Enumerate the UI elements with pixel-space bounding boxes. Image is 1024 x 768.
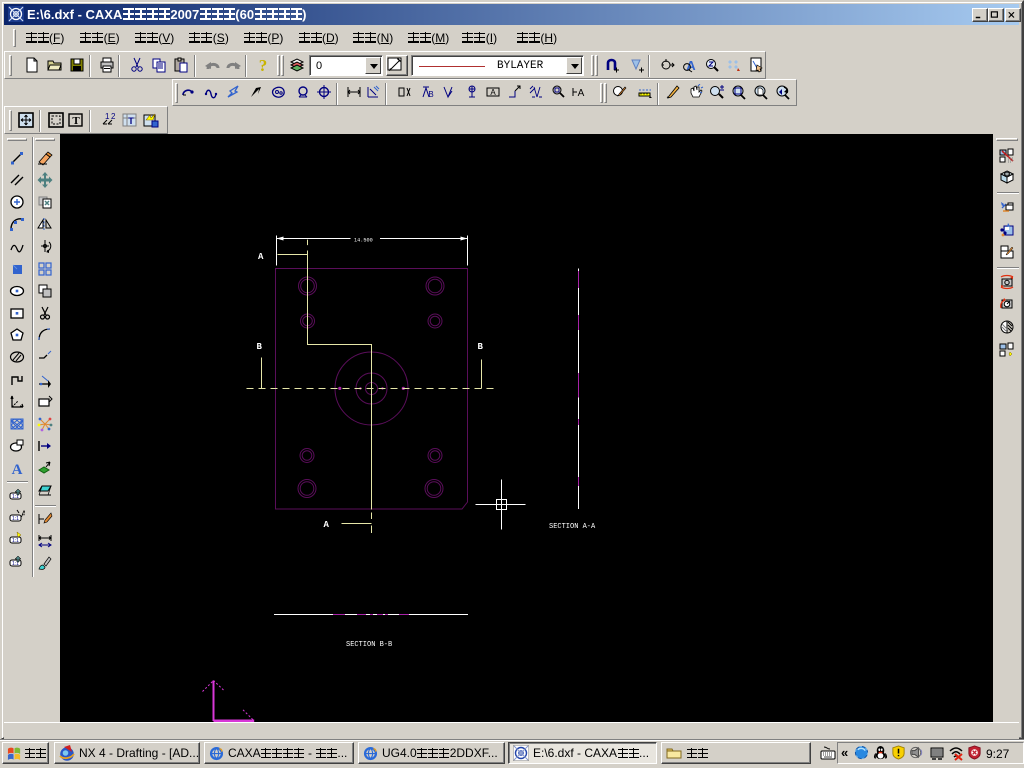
svg-text:A: A: [324, 520, 330, 530]
svg-text:?: ?: [259, 57, 268, 73]
svg-text:B: B: [428, 90, 433, 99]
svg-text:1: 1: [105, 112, 110, 121]
svg-text:SECTION B-B: SECTION B-B: [346, 641, 392, 649]
svg-text:1:1: 1:1: [12, 538, 19, 544]
svg-text:2: 2: [111, 112, 116, 121]
svg-text:A: A: [12, 462, 23, 476]
svg-text:A: A: [490, 88, 496, 97]
svg-text:T: T: [128, 116, 134, 126]
svg-text:T: T: [72, 115, 80, 127]
svg-text:A: A: [578, 88, 585, 99]
svg-text:1:1: 1:1: [12, 516, 19, 522]
svg-text:B: B: [257, 342, 263, 352]
svg-text:A: A: [21, 509, 25, 519]
svg-text:A: A: [258, 252, 264, 262]
svg-text:SECTION A-A: SECTION A-A: [549, 523, 596, 531]
svg-text:B: B: [478, 342, 484, 352]
svg-text:14.500: 14.500: [354, 238, 373, 244]
